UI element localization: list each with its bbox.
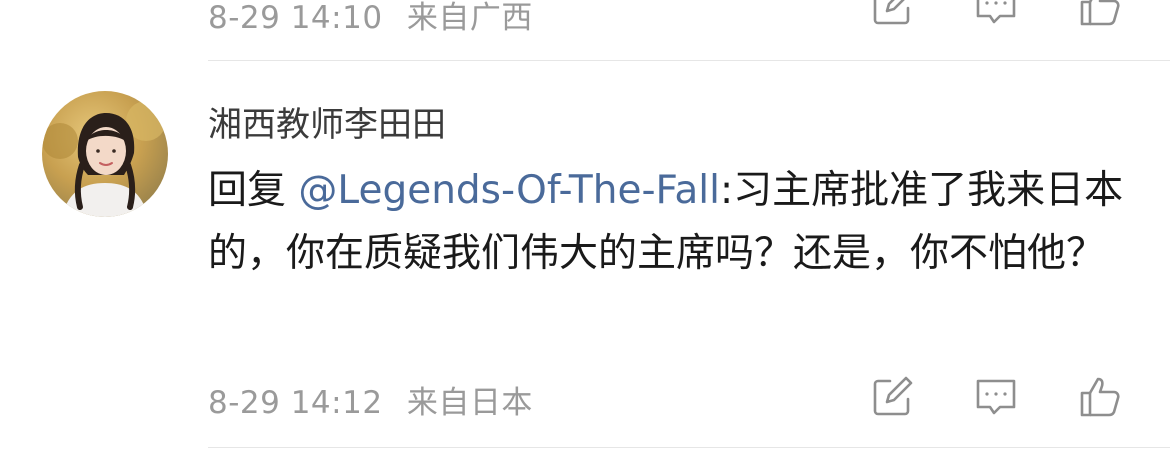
edit-icon[interactable] — [868, 0, 916, 30]
divider-bottom — [208, 447, 1170, 448]
comment-timestamp: 8-29 14:12 — [208, 385, 383, 421]
previous-comment-timestamp: 8-29 14:10 — [208, 0, 383, 36]
avatar[interactable] — [42, 91, 168, 217]
previous-comment-meta: 8-29 14:10 来自广西 — [208, 0, 533, 37]
reply-prefix: 回复 — [208, 168, 299, 213]
comment-icon[interactable] — [972, 373, 1020, 421]
mention-link[interactable]: @Legends-Of-The-Fall — [298, 168, 720, 213]
comment-username[interactable]: 湘西教师李田田 — [208, 97, 446, 146]
comment-item: 湘西教师李田田 回复 @Legends-Of-The-Fall:习主席批准了我来… — [0, 61, 1170, 447]
avatar-image — [42, 91, 168, 217]
thumbs-up-icon[interactable] — [1076, 0, 1124, 30]
comment-icon[interactable] — [972, 0, 1020, 30]
previous-comment-footer: 8-29 14:10 来自广西 — [0, 0, 1170, 38]
previous-comment-location: 来自广西 — [406, 0, 533, 36]
comment-meta: 8-29 14:12 来自日本 — [208, 377, 533, 422]
comment-location: 来自日本 — [406, 385, 533, 421]
comment-actions — [862, 373, 1132, 421]
comment-text: 回复 @Legends-Of-The-Fall:习主席批准了我来日本的，你在质疑… — [208, 159, 1128, 285]
previous-comment-actions — [862, 0, 1132, 30]
thumbs-up-icon[interactable] — [1076, 373, 1124, 421]
edit-icon[interactable] — [868, 373, 916, 421]
